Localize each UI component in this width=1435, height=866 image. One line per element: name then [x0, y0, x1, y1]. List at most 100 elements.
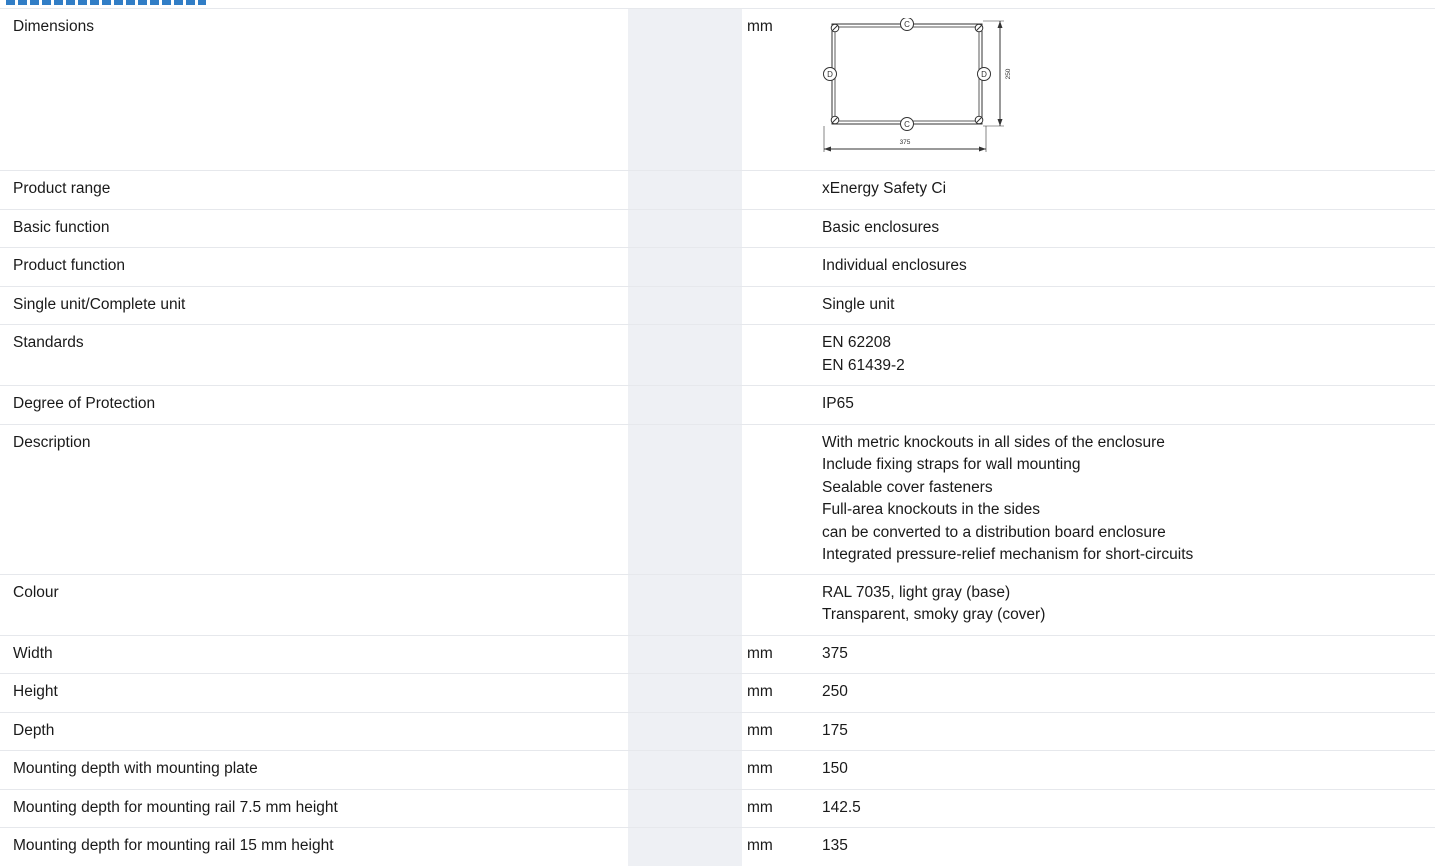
- row-label: Mounting depth with mounting plate: [13, 760, 258, 777]
- row-value: 150: [818, 751, 1435, 789]
- enclosure-outline: [831, 23, 983, 125]
- table-row: Colour RAL 7035, light gray (base) Trans…: [0, 573, 1435, 635]
- marker-c-label: C: [904, 20, 910, 29]
- row-value: Basic enclosures: [818, 210, 1435, 248]
- table-row: Depth mm 175: [0, 711, 1435, 751]
- marker-d-label: D: [827, 70, 833, 79]
- value-line: can be converted to a distribution board…: [822, 523, 1166, 541]
- height-dimension-label: 250: [1005, 68, 1012, 79]
- corner-screw-icon: [830, 23, 840, 33]
- row-value: 250: [818, 674, 1435, 712]
- value-line: 150: [822, 760, 848, 777]
- shaded-column: [628, 712, 742, 750]
- arrow-head: [824, 146, 831, 152]
- value-line: xEnergy Safety Ci: [822, 180, 947, 197]
- row-unit: [742, 248, 818, 286]
- shaded-column: [628, 674, 742, 712]
- corner-screw-icon: [830, 115, 840, 125]
- row-value: 175: [818, 713, 1435, 751]
- row-unit: [742, 575, 818, 635]
- shaded-column: [628, 635, 742, 673]
- row-unit: mm: [747, 798, 773, 816]
- row-unit: mm: [747, 721, 773, 739]
- value-line: RAL 7035, light gray (base): [822, 583, 1011, 601]
- value-line: EN 62208: [822, 334, 891, 351]
- row-unit: [742, 171, 818, 209]
- row-label: Basic function: [13, 218, 110, 236]
- row-value: xEnergy Safety Ci: [818, 171, 1435, 209]
- value-line: 375: [822, 644, 848, 662]
- row-label: Dimensions: [13, 18, 94, 35]
- shaded-column: [628, 171, 742, 209]
- row-label: Description: [13, 433, 91, 451]
- enclosure-inner-outline: [834, 26, 980, 122]
- value-line: Integrated pressure-relief mechanism for…: [822, 546, 1194, 563]
- value-line: Transparent, smoky gray (cover): [822, 606, 1046, 623]
- row-value: C C D D 375 250: [818, 9, 1435, 170]
- width-dimension-label: 375: [900, 139, 911, 146]
- row-label: Mounting depth for mounting rail 15 mm h…: [13, 837, 334, 854]
- row-label: Colour: [13, 583, 59, 601]
- row-value: 135: [818, 828, 1435, 866]
- row-unit: [742, 287, 818, 325]
- row-unit: mm: [747, 18, 773, 35]
- table-row: Product function Individual enclosures: [0, 247, 1435, 286]
- row-value: IP65: [818, 386, 1435, 424]
- table-row: Mounting depth with mounting plate mm 15…: [0, 750, 1435, 789]
- row-unit: [742, 210, 818, 248]
- row-unit: [742, 325, 818, 385]
- table-row: Degree of Protection IP65: [0, 385, 1435, 424]
- value-line: Basic enclosures: [822, 218, 940, 236]
- row-label: Product function: [13, 257, 126, 274]
- table-row: Dimensions mm C C D D 375 250: [0, 8, 1435, 170]
- corner-screw-icon: [974, 23, 984, 33]
- row-label: Depth: [13, 721, 55, 739]
- row-label: Product range: [13, 180, 111, 197]
- value-line: Single unit: [822, 295, 895, 313]
- shaded-column: [628, 286, 742, 324]
- row-value: 142.5: [818, 790, 1435, 828]
- row-label: Degree of Protection: [13, 395, 156, 412]
- table-row: Basic function Basic enclosures: [0, 208, 1435, 248]
- row-label: Mounting depth for mounting rail 7.5 mm …: [13, 798, 338, 816]
- table-row: Description With metric knockouts in all…: [0, 423, 1435, 574]
- row-unit: [742, 386, 818, 424]
- marker-c-label: C: [904, 120, 910, 129]
- arrow-head: [997, 119, 1003, 126]
- value-line: IP65: [822, 395, 854, 412]
- value-line: EN 61439-2: [822, 356, 905, 374]
- value-line: With metric knockouts in all sides of th…: [822, 433, 1165, 451]
- shaded-column: [628, 9, 742, 170]
- table-row: Mounting depth for mounting rail 15 mm h…: [0, 827, 1435, 866]
- section-heading-partial: [0, 0, 1435, 8]
- row-value: RAL 7035, light gray (base) Transparent,…: [818, 575, 1435, 635]
- value-line: Include fixing straps for wall mounting: [822, 456, 1081, 473]
- value-line: 142.5: [822, 798, 861, 816]
- row-unit: mm: [747, 760, 773, 777]
- shaded-column: [628, 751, 742, 789]
- row-unit: [742, 425, 818, 574]
- shaded-column: [628, 209, 742, 247]
- row-unit: mm: [747, 644, 773, 662]
- shaded-column: [628, 789, 742, 827]
- row-label: Single unit/Complete unit: [13, 295, 186, 313]
- row-value: 375: [818, 636, 1435, 674]
- table-row: Standards EN 62208 EN 61439-2: [0, 324, 1435, 385]
- shaded-column: [628, 386, 742, 424]
- value-line: Individual enclosures: [822, 257, 967, 274]
- value-line: 175: [822, 721, 848, 739]
- row-value: EN 62208 EN 61439-2: [818, 325, 1435, 385]
- shaded-column: [628, 574, 742, 635]
- row-label: Height: [13, 683, 58, 700]
- section-heading-clipped: [6, 0, 206, 5]
- table-row: Height mm 250: [0, 673, 1435, 712]
- table-row: Mounting depth for mounting rail 7.5 mm …: [0, 788, 1435, 828]
- arrow-head: [997, 21, 1003, 28]
- row-value: Individual enclosures: [818, 248, 1435, 286]
- value-line: 135: [822, 837, 848, 854]
- row-unit: mm: [747, 683, 773, 700]
- shaded-column: [628, 248, 742, 286]
- table-row: Width mm 375: [0, 634, 1435, 674]
- row-label: Standards: [13, 334, 84, 351]
- marker-d-label: D: [981, 70, 987, 79]
